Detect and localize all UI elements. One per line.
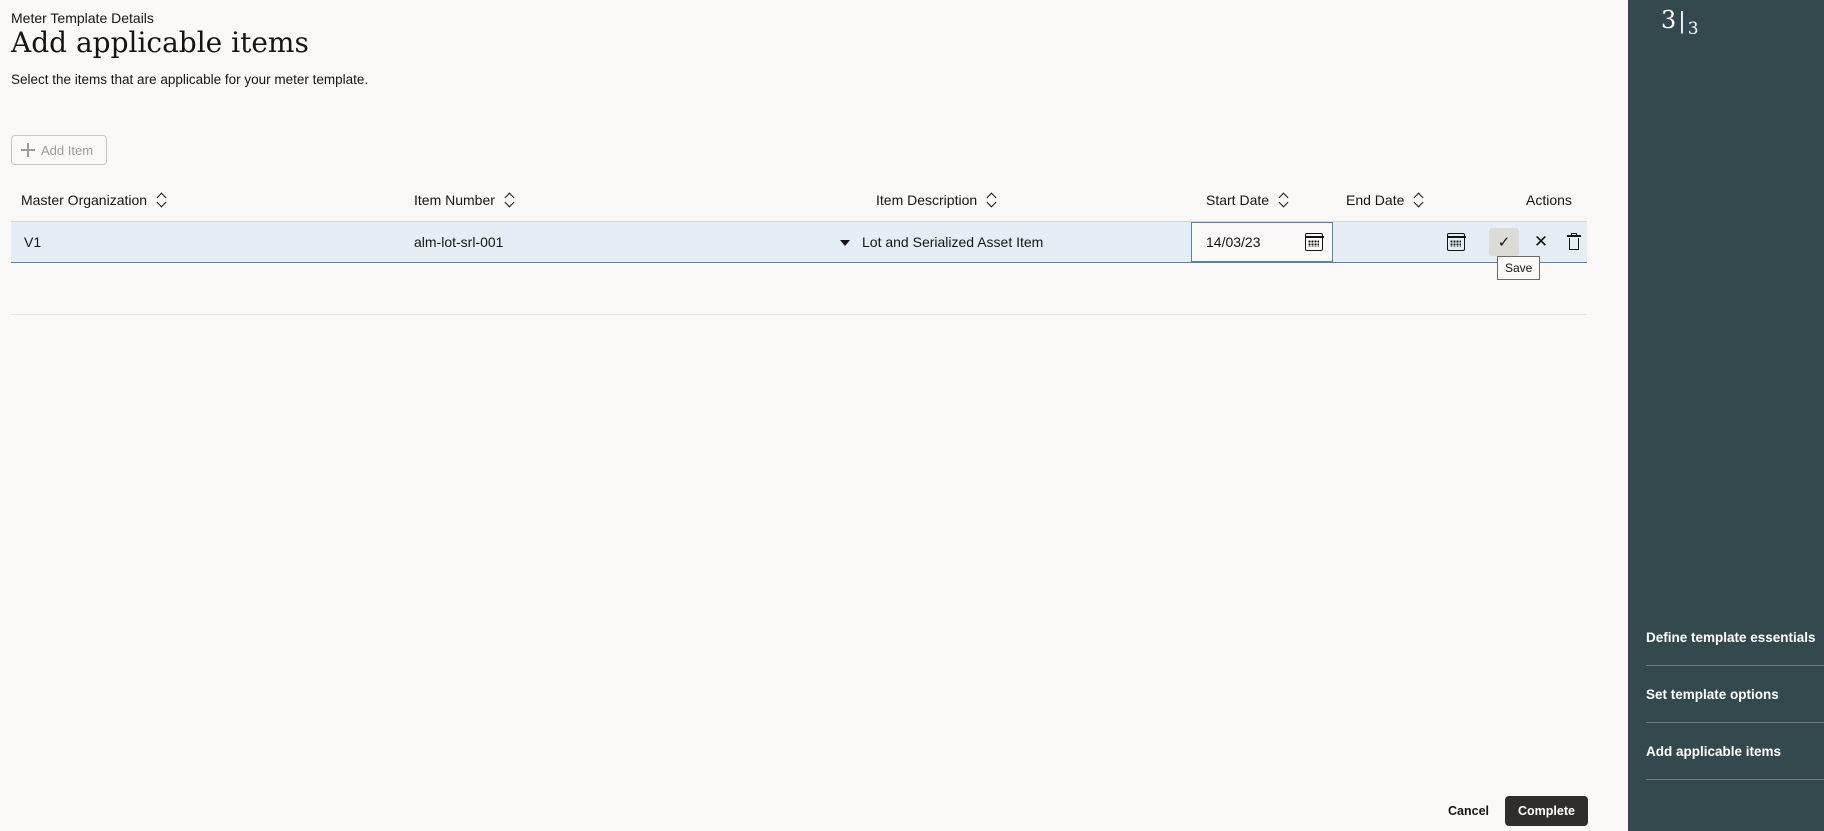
item-description-cell: Lot and Serialized Asset Item bbox=[862, 234, 1044, 250]
column-header-item-description[interactable]: Item Description bbox=[876, 192, 997, 208]
sort-icon[interactable] bbox=[157, 193, 167, 207]
step-set-template-options[interactable]: Set template options bbox=[1646, 666, 1824, 723]
calendar-icon[interactable] bbox=[1446, 233, 1466, 251]
train-stop-sidebar: 3| 3 Define template essentials Set templ… bbox=[1610, 0, 1824, 831]
column-header-end-date[interactable]: End Date bbox=[1346, 192, 1424, 208]
check-icon: ✓ bbox=[1497, 234, 1511, 251]
plus-icon bbox=[21, 143, 35, 157]
breadcrumb: Meter Template Details bbox=[11, 10, 154, 26]
item-number-dropdown-icon[interactable] bbox=[840, 240, 850, 246]
cancel-row-button[interactable]: ✕ bbox=[1530, 228, 1552, 256]
save-row-button[interactable]: ✓ bbox=[1489, 228, 1519, 256]
column-header-actions: Actions bbox=[1526, 192, 1572, 208]
close-icon: ✕ bbox=[1533, 232, 1549, 251]
step-list: Define template essentials Set template … bbox=[1646, 609, 1824, 780]
save-tooltip: Save bbox=[1497, 256, 1541, 280]
master-organization-cell[interactable]: V1 bbox=[24, 234, 41, 250]
delete-row-button[interactable] bbox=[1567, 233, 1581, 250]
page-title: Add applicable items bbox=[11, 26, 309, 59]
sort-icon[interactable] bbox=[505, 193, 515, 207]
column-header-start-date[interactable]: Start Date bbox=[1206, 192, 1289, 208]
table-divider bbox=[11, 314, 1587, 315]
calendar-icon[interactable] bbox=[1304, 233, 1324, 251]
column-header-item-number[interactable]: Item Number bbox=[414, 192, 515, 208]
sort-icon[interactable] bbox=[987, 193, 997, 207]
complete-button[interactable]: Complete bbox=[1505, 796, 1588, 826]
page-subtitle: Select the items that are applicable for… bbox=[11, 72, 369, 87]
cancel-button[interactable]: Cancel bbox=[1448, 804, 1489, 818]
applicable-items-table: Master Organization Item Number Item Des… bbox=[11, 178, 1587, 263]
step-add-applicable-items[interactable]: Add applicable items bbox=[1646, 723, 1824, 780]
item-number-cell[interactable]: alm-lot-srl-001 bbox=[414, 234, 503, 250]
start-date-input[interactable]: 14/03/23 bbox=[1191, 222, 1333, 262]
sort-icon[interactable] bbox=[1279, 193, 1289, 207]
main-content: Meter Template Details Add applicable it… bbox=[0, 0, 1628, 831]
add-item-label: Add Item bbox=[41, 142, 94, 158]
start-date-value[interactable]: 14/03/23 bbox=[1206, 234, 1261, 250]
step-counter: 3| 3 bbox=[1661, 6, 1699, 39]
table-row[interactable]: V1 alm-lot-srl-001 Lot and Serialized As… bbox=[11, 222, 1587, 263]
column-header-master-organization[interactable]: Master Organization bbox=[21, 192, 167, 208]
current-step-pointer-icon bbox=[1610, 744, 1618, 760]
step-define-template-essentials[interactable]: Define template essentials bbox=[1646, 609, 1824, 666]
add-item-button[interactable]: Add Item bbox=[11, 135, 107, 165]
table-header: Master Organization Item Number Item Des… bbox=[11, 178, 1587, 222]
sort-icon[interactable] bbox=[1414, 193, 1424, 207]
